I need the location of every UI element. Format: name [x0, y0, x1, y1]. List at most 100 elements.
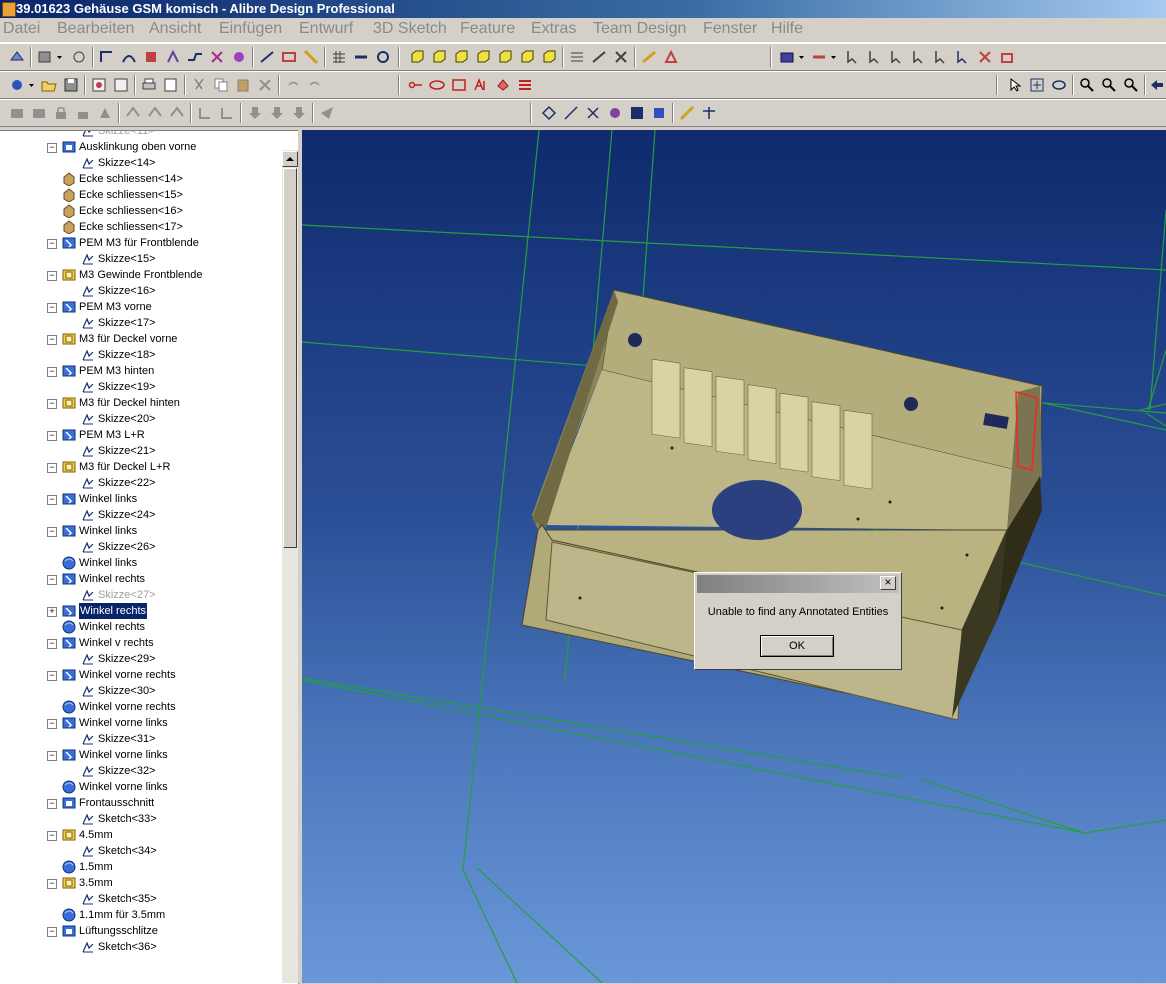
collapse-icon[interactable]: −	[47, 831, 57, 841]
tree-item[interactable]: − Winkel v rechts	[0, 635, 280, 651]
revolve-icon[interactable]	[70, 48, 88, 66]
tree-item[interactable]: − Ausklinkung oben vorne	[0, 139, 280, 155]
extrude-icon[interactable]	[36, 48, 54, 66]
linear-pattern-icon[interactable]	[352, 48, 370, 66]
chevron-down-icon[interactable]	[830, 48, 837, 66]
pattern-tool-icon[interactable]	[302, 48, 320, 66]
cut-tool-icon[interactable]	[280, 48, 298, 66]
bom-icon[interactable]	[112, 76, 130, 94]
redo-icon[interactable]	[306, 76, 324, 94]
lock-icon[interactable]	[52, 104, 70, 122]
print-preview-icon[interactable]	[162, 76, 180, 94]
down-arrow-icon[interactable]	[246, 104, 264, 122]
cut-icon[interactable]	[190, 76, 208, 94]
select-sketch-icon[interactable]	[932, 48, 950, 66]
hole-tool-icon[interactable]	[258, 48, 276, 66]
tree-item[interactable]: Skizze<22>	[0, 475, 280, 491]
sketch-ellipse-icon[interactable]	[428, 76, 446, 94]
scroll-thumb[interactable]	[283, 168, 297, 548]
collapse-icon[interactable]: −	[47, 719, 57, 729]
collapse-icon[interactable]: −	[47, 495, 57, 505]
close-icon[interactable]: ×	[880, 576, 896, 590]
tree-item[interactable]: − M3 für Deckel vorne	[0, 331, 280, 347]
pan-icon[interactable]	[1028, 76, 1046, 94]
axis-icon[interactable]	[562, 104, 580, 122]
section-view-icon[interactable]	[568, 48, 586, 66]
layer-icon[interactable]	[650, 104, 668, 122]
collapse-icon[interactable]: −	[47, 367, 57, 377]
scale-icon[interactable]	[146, 104, 164, 122]
tree-item[interactable]: − Winkel rechts	[0, 571, 280, 587]
tree-item[interactable]: Skizze<21>	[0, 443, 280, 459]
tree-item[interactable]: − PEM M3 L+R	[0, 427, 280, 443]
unlock-icon[interactable]	[74, 104, 92, 122]
collapse-icon[interactable]: −	[47, 143, 57, 153]
tree-item[interactable]: − Lüftungsschlitze	[0, 923, 280, 939]
undo-icon[interactable]	[284, 76, 302, 94]
assembly-icon[interactable]	[778, 48, 796, 66]
sketch-rectangle-icon[interactable]	[450, 76, 468, 94]
hide-icon[interactable]	[96, 104, 114, 122]
tree-item[interactable]: Skizze<29>	[0, 651, 280, 667]
select-edge-icon[interactable]	[888, 48, 906, 66]
collapse-icon[interactable]: −	[47, 799, 57, 809]
grid-pattern-icon[interactable]	[330, 48, 348, 66]
chevron-down-icon[interactable]	[28, 76, 35, 94]
view-bottom-icon[interactable]	[474, 48, 492, 66]
edit-icon[interactable]	[678, 104, 696, 122]
pointer-icon[interactable]	[1006, 76, 1024, 94]
menu-entwurf[interactable]: Entwurf	[299, 20, 353, 38]
tree-item[interactable]: 1.1mm für 3.5mm	[0, 907, 280, 923]
tree-item[interactable]: − PEM M3 hinten	[0, 363, 280, 379]
tree-item[interactable]: − 4.5mm	[0, 827, 280, 843]
view-iso-icon[interactable]	[540, 48, 558, 66]
menu-ansicht[interactable]: Ansicht	[149, 20, 201, 38]
part-icon[interactable]	[8, 48, 26, 66]
copy-icon[interactable]	[212, 76, 230, 94]
zoom-fit-icon[interactable]	[1122, 76, 1140, 94]
collapse-icon[interactable]: −	[47, 303, 57, 313]
new-icon[interactable]	[8, 76, 26, 94]
sheetmetal-bend-icon[interactable]	[120, 48, 138, 66]
shell-icon[interactable]	[168, 104, 186, 122]
tree-item[interactable]: Sketch<35>	[0, 891, 280, 907]
sketch-line-icon[interactable]	[406, 76, 424, 94]
expand-icon[interactable]: +	[47, 607, 57, 617]
scroll-up-button[interactable]	[282, 151, 298, 167]
balance-icon[interactable]	[700, 104, 718, 122]
tree-item[interactable]: 1.5mm	[0, 859, 280, 875]
chevron-down-icon[interactable]	[56, 48, 63, 66]
collapse-icon[interactable]: −	[47, 463, 57, 473]
collapse-icon[interactable]: −	[47, 335, 57, 345]
tree-item[interactable]: Skizze<11>	[0, 131, 280, 139]
sheetmetal-corner-icon[interactable]	[208, 48, 226, 66]
tree-item[interactable]: Ecke schliessen<17>	[0, 219, 280, 235]
tree-item[interactable]: − Winkel vorne links	[0, 715, 280, 731]
select-axis-icon[interactable]	[954, 48, 972, 66]
collapse-icon[interactable]: −	[47, 431, 57, 441]
tree-item[interactable]: Ecke schliessen<16>	[0, 203, 280, 219]
menu-hilfe[interactable]: Hilfe	[771, 20, 803, 38]
sheetmetal-tab-icon[interactable]	[142, 48, 160, 66]
tree-item[interactable]: − Frontausschnitt	[0, 795, 280, 811]
zoom-window-icon[interactable]	[1100, 76, 1118, 94]
menu-fenster[interactable]: Fenster	[703, 20, 757, 38]
send-icon[interactable]	[318, 104, 336, 122]
sketch-fill-icon[interactable]	[494, 76, 512, 94]
tree-item[interactable]: Sketch<36>	[0, 939, 280, 955]
tree-item[interactable]: − Winkel links	[0, 523, 280, 539]
chevron-down-icon[interactable]	[798, 48, 805, 66]
tree-item[interactable]: Skizze<30>	[0, 683, 280, 699]
circular-pattern-icon[interactable]	[374, 48, 392, 66]
select-plane-icon[interactable]	[976, 48, 994, 66]
tree-item[interactable]: Skizze<31>	[0, 731, 280, 747]
collapse-icon[interactable]: −	[47, 751, 57, 761]
menu-extras[interactable]: Extras	[531, 20, 576, 38]
menu-3d-sketch[interactable]: 3D Sketch	[373, 20, 447, 38]
tree-item[interactable]: Skizze<15>	[0, 251, 280, 267]
select-part-icon[interactable]	[844, 48, 862, 66]
collapse-icon[interactable]: −	[47, 575, 57, 585]
select-face-icon[interactable]	[866, 48, 884, 66]
tool-boxes-icon[interactable]	[30, 104, 48, 122]
collapse-icon[interactable]: −	[47, 639, 57, 649]
